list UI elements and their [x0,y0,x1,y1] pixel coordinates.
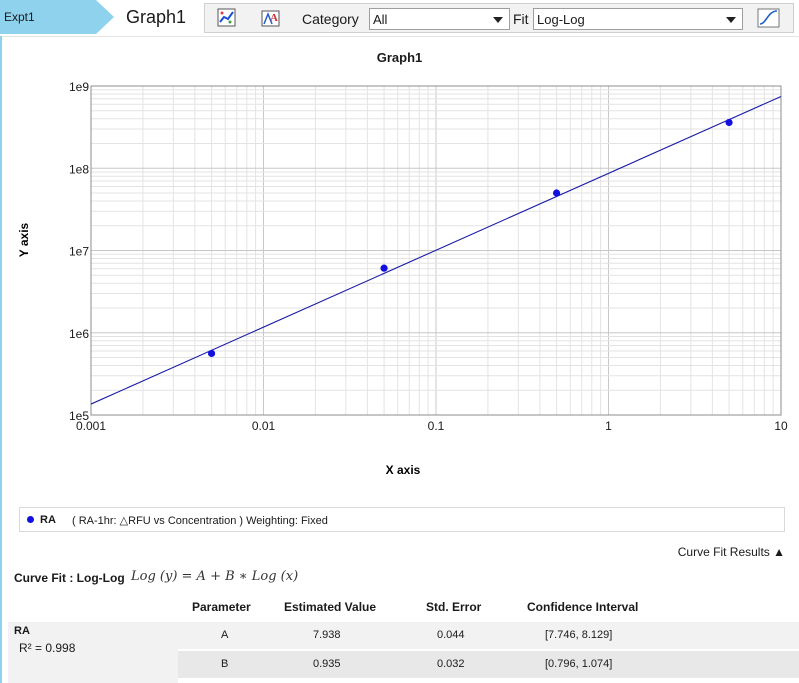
y-tick-label: 1e5 [69,409,89,423]
x-tick-label: 10 [774,419,788,433]
ci-cell: [0.796, 1.074] [545,658,613,670]
legend-description: ( RA-1hr: △RFU vs Concentration ) Weight… [72,515,328,527]
x-tick-label: 1 [605,419,612,433]
y-tick-label: 1e7 [69,245,89,259]
est-cell: 7.938 [313,629,341,641]
results-series-name: RA [14,625,30,637]
data-point[interactable] [725,118,733,127]
err-cell: 0.044 [437,629,465,641]
fit-equation: Log (y) = A + B ∗ Log (x) [131,569,299,584]
log-log-chart: 0.001 0.01 0.1 1 101e51e61e71e81e9 X axis Y … [17,80,788,477]
legend: RA ( RA-1hr: △RFU vs Concentration ) Wei… [19,507,785,532]
err-cell: 0.032 [437,658,465,670]
data-point[interactable] [207,349,216,358]
legend-series-name: RA [40,514,56,526]
ci-cell: [7.746, 8.129] [545,629,613,641]
y-tick-label: 1e6 [69,327,89,341]
y-axis-label: Y axis [17,222,31,257]
curve-fit-results-toggle[interactable]: Curve Fit Results ▲ [678,545,785,559]
est-cell: 0.935 [313,658,341,670]
y-tick-label: 1e8 [69,162,89,176]
x-axis-label: X axis [386,463,421,477]
header-std-error: Std. Error [426,600,482,614]
table-row: A 7.938 0.044 [7.746, 8.129] [178,622,799,649]
data-point[interactable] [380,264,388,272]
param-cell: B [221,658,229,670]
results-series-header: RA R² = 0.998 [8,622,178,683]
data-point[interactable] [552,189,561,197]
header-estimated-value: Estimated Value [284,600,377,614]
table-row: B 0.935 0.032 [0.796, 1.074] [178,651,799,678]
x-tick-label: 0.01 [252,419,276,433]
y-tick-label: 1e9 [69,80,89,94]
r-squared: R² = 0.998 [19,641,76,655]
curve-fit-label: Curve Fit : Log-Log [14,571,125,585]
legend-marker [27,516,34,523]
header-parameter: Parameter [192,600,251,614]
header-confidence-interval: Confidence Interval [527,600,639,614]
x-tick-label: 0.1 [428,419,445,433]
param-cell: A [221,629,229,641]
